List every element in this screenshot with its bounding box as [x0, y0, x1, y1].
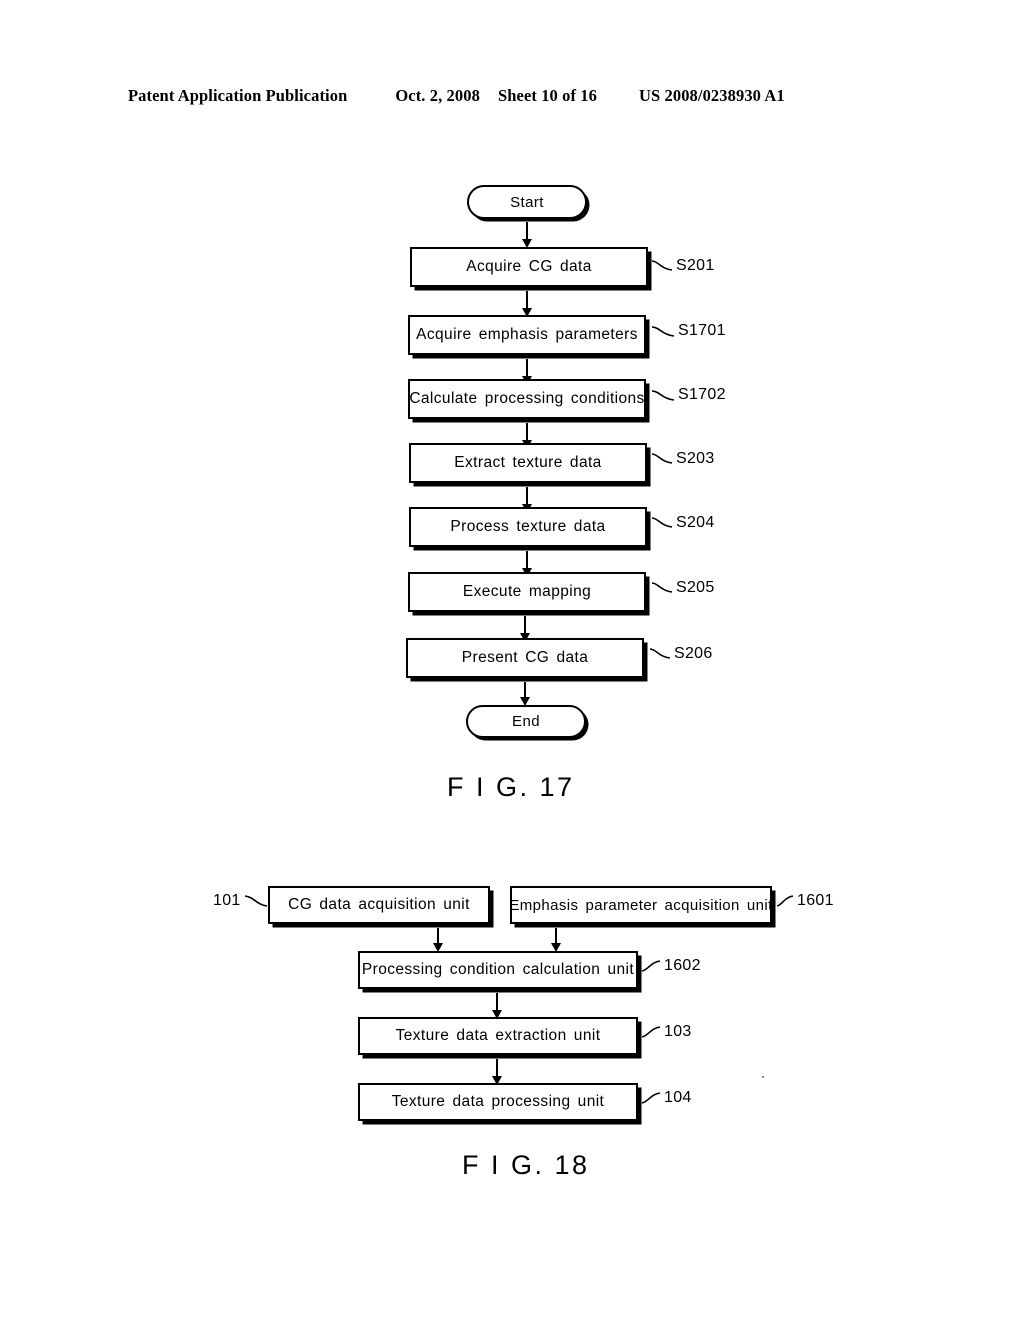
block-node-processing-condition-calculation-unit: Processing condition calculation unit: [358, 951, 638, 989]
block-node-label: Texture data extraction unit: [395, 1027, 601, 1044]
reference-label-103: 103: [641, 1023, 692, 1041]
leader-dash-icon: [641, 1025, 661, 1039]
flow-node-label: Execute mapping: [462, 583, 592, 600]
reference-label-1602: 1602: [641, 957, 701, 975]
flow-node-label: Present CG data: [461, 649, 589, 666]
figure-18-caption: F I G. 18: [462, 1150, 590, 1180]
reference-number: S205: [676, 579, 715, 596]
block-node-label: CG data acquisition unit: [288, 896, 470, 913]
leader-dash-icon: [651, 581, 673, 595]
reference-number: S206: [674, 645, 713, 662]
reference-label-s204: S204: [651, 514, 715, 532]
leader-dash-icon: [641, 959, 661, 973]
flow-node-s206: Present CG data: [406, 638, 644, 678]
flow-node-label: Process texture data: [450, 518, 606, 535]
block-node-texture-data-processing-unit: Texture data processing unit: [358, 1083, 638, 1121]
block-node-emphasis-parameter-acquisition-unit: Emphasis parameter acquisition unit: [509, 886, 773, 924]
flow-node-label: End: [512, 713, 540, 730]
figure-18: CG data acquisition unit 101 Emphasis pa…: [0, 0, 1024, 1180]
figure-17-caption: F I G. 17: [447, 772, 575, 802]
block-node-texture-data-extraction-unit: Texture data extraction unit: [358, 1017, 638, 1055]
scan-speck: [762, 1076, 764, 1078]
reference-number: 101: [213, 892, 241, 909]
leader-dash-icon: [244, 894, 268, 908]
flow-node-s204: Process texture data: [409, 507, 647, 547]
block-node-label: Processing condition calculation unit: [361, 961, 635, 978]
reference-label-101: 101: [213, 892, 268, 910]
reference-number: 104: [664, 1089, 692, 1106]
reference-number: 103: [664, 1023, 692, 1040]
flow-node-end: End: [466, 705, 586, 738]
reference-label-104: 104: [641, 1089, 692, 1107]
reference-label-s205: S205: [651, 579, 715, 597]
leader-dash-icon: [776, 894, 794, 908]
reference-number: S204: [676, 514, 715, 531]
reference-number: 1601: [797, 892, 834, 909]
leader-dash-icon: [649, 647, 671, 661]
flow-node-s205: Execute mapping: [408, 572, 646, 612]
block-node-label: Texture data processing unit: [391, 1093, 605, 1110]
leader-dash-icon: [641, 1091, 661, 1105]
reference-label-1601: 1601: [776, 892, 834, 910]
block-node-label: Emphasis parameter acquisition unit: [509, 896, 773, 914]
reference-label-s206: S206: [649, 645, 713, 663]
leader-dash-icon: [651, 516, 673, 530]
block-node-cg-data-acquisition-unit: CG data acquisition unit: [268, 886, 490, 924]
reference-number: 1602: [664, 957, 701, 974]
